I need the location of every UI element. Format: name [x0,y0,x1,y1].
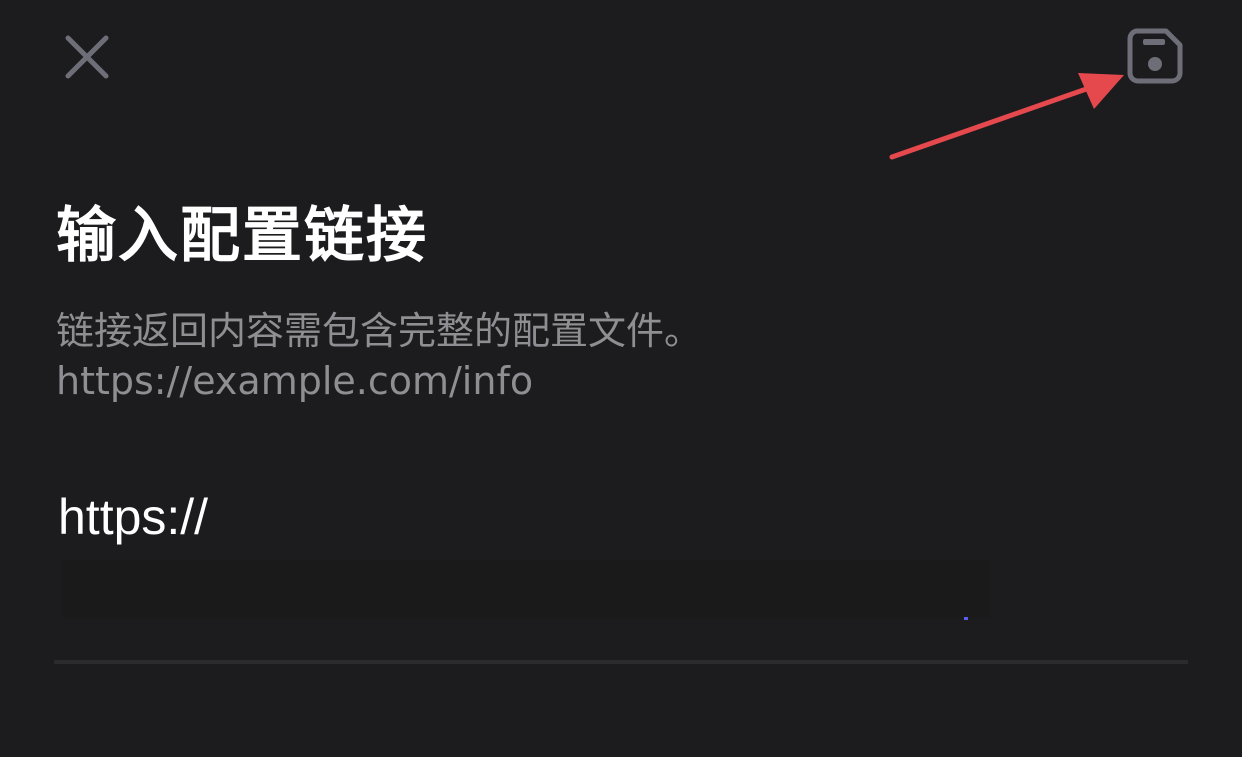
save-icon [1127,28,1183,84]
close-icon [65,35,109,79]
redacted-url-area [62,560,990,618]
example-url: https://example.com/info [56,359,534,403]
annotation-arrow [889,73,1124,160]
description: 链接返回内容需包含完整的配置文件。 https://example.com/in… [56,306,702,406]
description-text: 链接返回内容需包含完整的配置文件。 [56,309,703,353]
input-underline [54,660,1188,664]
page-title: 输入配置链接 [56,201,428,271]
close-button[interactable] [62,32,112,82]
text-cursor [964,617,968,620]
config-link-screen: 输入配置链接 链接返回内容需包含完整的配置文件。 https://example… [0,0,1242,757]
config-url-input[interactable] [58,482,998,552]
save-button[interactable] [1126,27,1184,85]
